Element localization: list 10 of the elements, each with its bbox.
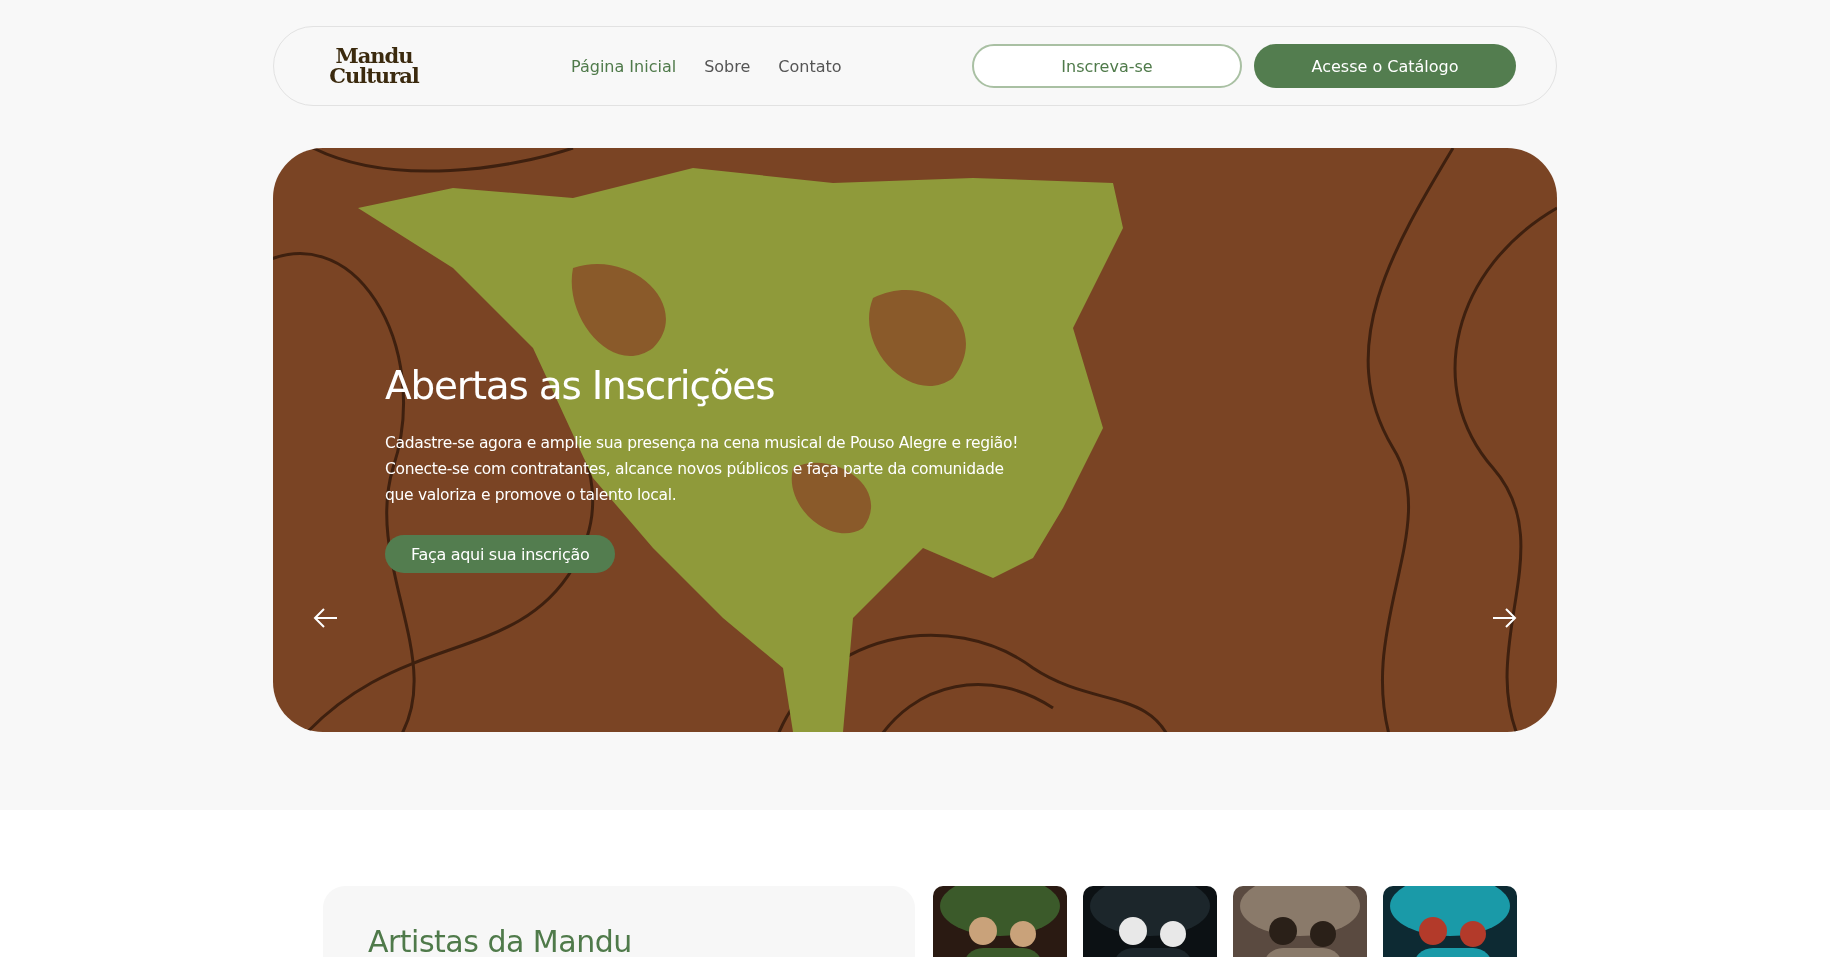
hero-title: Abertas as Inscrições (385, 363, 776, 408)
section-title: Artistas da Mandu (368, 924, 633, 957)
signup-button[interactable]: Inscreva-se (972, 44, 1242, 88)
nav-link[interactable]: Página Inicial (571, 56, 677, 76)
nav-link[interactable]: Contato (778, 56, 842, 76)
catalog-button[interactable]: Acesse o Catálogo (1254, 44, 1516, 88)
signup-cta-button[interactable]: Faça aqui sua inscrição (385, 535, 616, 573)
nav-link[interactable]: Sobre (704, 56, 751, 76)
logo[interactable]: Mandu Cultural (314, 46, 434, 86)
hero-description: Cadastre-se agora e amplie sua presença na cena musical de Pouso Alegre e região! Conecte-se com contratantes, alcance novos públicos e faça parte da comunidade que valoriza e promove o talento local. (385, 433, 1020, 506)
